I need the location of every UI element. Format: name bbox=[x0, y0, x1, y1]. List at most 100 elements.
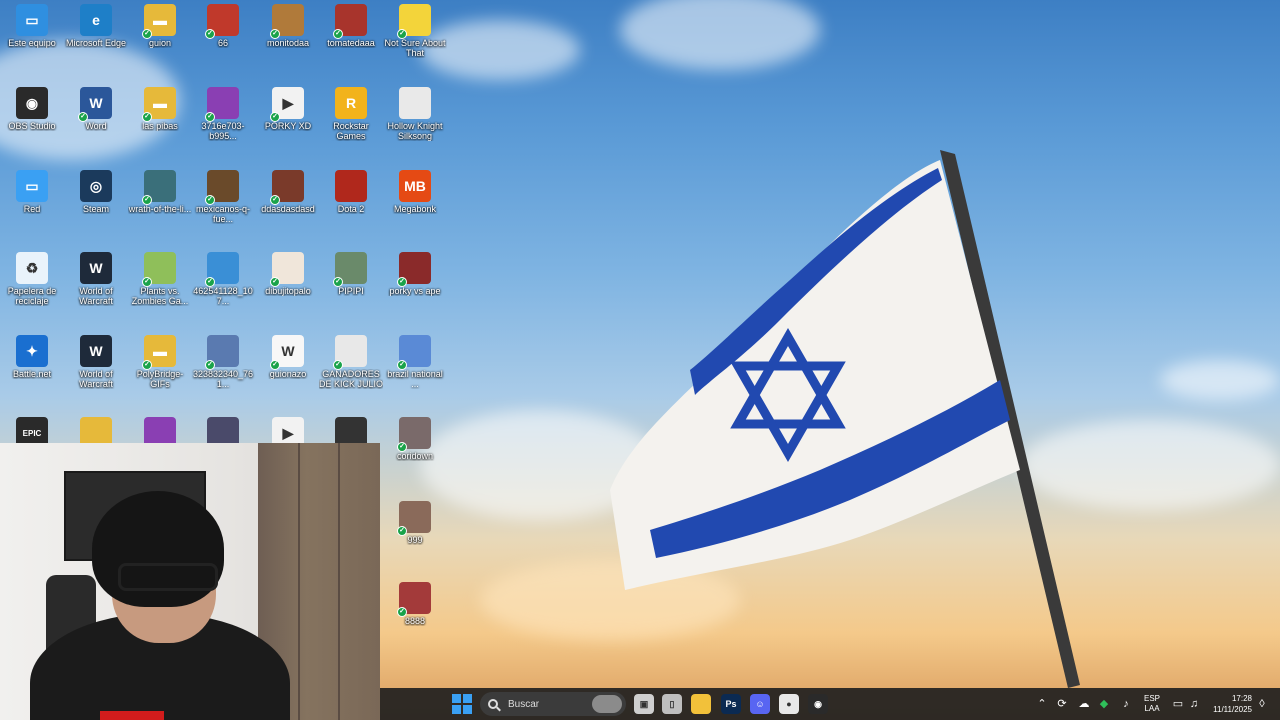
desktop-icon-monitodaa[interactable]: ✓ monitodaa bbox=[256, 0, 320, 48]
guionazo-icon: W ✓ bbox=[270, 335, 304, 370]
desktop-icon-label: Word bbox=[85, 121, 107, 131]
desktop-icon-f3238[interactable]: ✓ 323832340_761... bbox=[191, 331, 255, 389]
sync-icon[interactable]: ⟳ bbox=[1056, 698, 1068, 710]
taskbar-app-phone[interactable]: ▯ bbox=[662, 694, 682, 714]
taskbar-app-explorer[interactable] bbox=[691, 694, 711, 714]
desktop-icon-tomatedaaa[interactable]: ✓ tomatedaaa bbox=[319, 0, 383, 48]
desktop-icon-battlenet[interactable]: ✦ Battle.net bbox=[0, 331, 64, 379]
desktop-icon-polybridge[interactable]: ▬ ✓ PolyBridge-GIFs bbox=[128, 331, 192, 389]
desktop-icon-label: ddasdasdasd bbox=[261, 204, 315, 214]
clock-time: 17:28 bbox=[1231, 694, 1252, 703]
chevron-up-icon[interactable]: ⌃ bbox=[1036, 698, 1048, 710]
microphone-icon[interactable]: ♪ bbox=[1120, 698, 1132, 710]
sync-check-icon: ✓ bbox=[205, 112, 215, 122]
desktop-icon-steam[interactable]: ◎ Steam bbox=[64, 166, 128, 214]
sync-check-icon: ✓ bbox=[142, 29, 152, 39]
pipipi-icon: ✓ bbox=[333, 252, 367, 287]
desktop-icon-999[interactable]: ✓ 999 bbox=[383, 497, 447, 545]
desktop-icon-porky-vs[interactable]: ✓ porky vs ape bbox=[383, 248, 447, 296]
desktop-icon-label: Microsoft Edge bbox=[65, 38, 127, 48]
desktop-icon-not-sure[interactable]: ✓ Not Sure About That bbox=[383, 0, 447, 58]
desktop-icon-porky-xd[interactable]: ▶ ✓ PORKY XD bbox=[256, 83, 320, 131]
desktop-icon-label: Hollow Knight Silksong bbox=[387, 121, 443, 141]
desktop-icon-este-equipo[interactable]: ▭ Este equipo bbox=[0, 0, 64, 48]
sync-check-icon: ✓ bbox=[142, 195, 152, 205]
desktop-icon-brazil[interactable]: ✓ brazil national ... bbox=[383, 331, 447, 389]
brazil-icon: ✓ bbox=[397, 335, 431, 370]
desktop-icon-dota[interactable]: Dota 2 bbox=[319, 166, 383, 214]
desktop-icon-papelera[interactable]: ♻ Papelera de reciclaje bbox=[0, 248, 64, 306]
desktop-icon-pipipi[interactable]: ✓ PIPIPI bbox=[319, 248, 383, 296]
desktop-icon-pvz[interactable]: ✓ Plants vs. Zombies Ga... bbox=[128, 248, 192, 306]
taskbar-app-discord[interactable]: ☺ bbox=[750, 694, 770, 714]
desktop-icon-word[interactable]: W ✓ Word bbox=[64, 83, 128, 131]
desktop-icon-rockstar[interactable]: RRockstar Games Launcher bbox=[319, 83, 383, 141]
taskbar-app-task-view[interactable]: ▣ bbox=[634, 694, 654, 714]
desktop-icon-66[interactable]: ✓ 66 bbox=[191, 0, 255, 48]
desktop-icon-wow[interactable]: W World of Warcraft bbox=[64, 331, 128, 389]
clock-date: 11/11/2025 bbox=[1213, 705, 1252, 714]
sync-check-icon: ✓ bbox=[270, 277, 280, 287]
desktop-icon-coridown[interactable]: ✓ coridown bbox=[383, 413, 447, 461]
onedrive-icon[interactable]: ☁ bbox=[1078, 698, 1090, 710]
taskbar-app-photoshop[interactable]: Ps bbox=[721, 694, 741, 714]
israel-flag-image bbox=[590, 140, 1110, 700]
webcam-overlay bbox=[0, 443, 380, 720]
desktop-icon-dibujitopalo[interactable]: ✓ dibujitopalo bbox=[256, 248, 320, 296]
desktop-icon-label: 66 bbox=[217, 38, 228, 48]
volume-icon[interactable]: ♫ bbox=[1188, 698, 1200, 710]
sync-check-icon: ✓ bbox=[205, 360, 215, 370]
taskbar-app-chrome[interactable]: ● bbox=[779, 694, 799, 714]
desktop-icon-edge[interactable]: e Microsoft Edge bbox=[64, 0, 128, 48]
rockstar-icon: R bbox=[335, 87, 367, 119]
sync-check-icon: ✓ bbox=[397, 526, 407, 536]
clock[interactable]: 17:28 11/11/2025 bbox=[1206, 693, 1252, 715]
desktop-icon-mexicanos[interactable]: ✓ mexicanos-q-fue... bbox=[191, 166, 255, 224]
desktop-icon-ddasdasdasd[interactable]: ✓ ddasdasdasd bbox=[256, 166, 320, 214]
word-icon: W ✓ bbox=[78, 87, 112, 122]
obs-icon: ◉ bbox=[16, 87, 48, 119]
desktop-icon-hollow[interactable]: Hollow Knight Silksong bbox=[383, 83, 447, 141]
taskbar-search[interactable]: Buscar bbox=[480, 692, 626, 716]
desktop-icon-label: Este equipo bbox=[8, 38, 56, 48]
sync-check-icon: ✓ bbox=[397, 277, 407, 287]
desktop-icon-label: Dota 2 bbox=[337, 204, 365, 214]
network-icon[interactable]: ▭ bbox=[1172, 698, 1184, 710]
desktop-icon-label: PIPIPI bbox=[338, 286, 364, 296]
shield-icon[interactable]: ◆ bbox=[1098, 698, 1110, 710]
desktop-icon-las-pibas[interactable]: ▬ ✓ las pibas bbox=[128, 83, 192, 131]
language-indicator[interactable]: ESP LAA bbox=[1144, 694, 1160, 714]
desktop-icon-label: 8888 bbox=[404, 616, 426, 626]
desktop-icon-ganadores[interactable]: ✓ GANADORES DE KICK JULIO bbox=[319, 331, 383, 389]
sync-check-icon: ✓ bbox=[142, 112, 152, 122]
este-equipo-icon: ▭ bbox=[16, 4, 48, 36]
desktop-icon-megabonk[interactable]: MB Megabonk bbox=[383, 166, 447, 214]
desktop-icon-label: 323832340_761... bbox=[192, 369, 254, 389]
megabonk-icon: MB bbox=[399, 170, 431, 202]
sync-check-icon: ✓ bbox=[205, 195, 215, 205]
lang-code: ESP bbox=[1144, 694, 1161, 703]
desktop-icon-wrath[interactable]: ✓ wrath-of-the-li... bbox=[128, 166, 192, 214]
desktop-icon-f462[interactable]: ✓ 462541128_107... bbox=[191, 248, 255, 306]
desktop-icon-obs[interactable]: ◉ OBS Studio bbox=[0, 83, 64, 131]
sync-check-icon: ✓ bbox=[397, 442, 407, 452]
tomatedaaa-icon: ✓ bbox=[333, 4, 367, 39]
start-button[interactable] bbox=[452, 694, 472, 714]
desktop-icon-label: 999 bbox=[407, 535, 423, 545]
sync-check-icon: ✓ bbox=[78, 112, 88, 122]
notification-bell-icon[interactable]: ◊ bbox=[1256, 698, 1268, 710]
monitodaa-icon: ✓ bbox=[270, 4, 304, 39]
desktop-icon-red[interactable]: ▭ Red bbox=[0, 166, 64, 214]
desktop-icon-label: tomatedaaa bbox=[327, 38, 375, 48]
desktop-icon-guion[interactable]: ▬ ✓ guion bbox=[128, 0, 192, 48]
desktop-icon-label: 462541128_107... bbox=[193, 286, 253, 306]
ddasdasdasd-icon: ✓ bbox=[270, 170, 304, 205]
taskbar: Buscar ▣ ▯ Ps ☺ ● ◉ ⌃ ⟳ ☁ ◆ ♪ ESP LAA ▭ ♫ 17:… bbox=[380, 688, 1280, 720]
desktop-icon-guionazo[interactable]: W ✓ guionazo bbox=[256, 331, 320, 379]
desktop-icon-label: las pibas bbox=[142, 121, 178, 131]
desktop-icon-wow-classic[interactable]: WWorld of Warcraft Classic bbox=[64, 248, 128, 306]
sync-check-icon: ✓ bbox=[270, 360, 280, 370]
desktop-icon-8888[interactable]: ✓ 8888 bbox=[383, 578, 447, 626]
desktop-icon-f3716[interactable]: ✓ 3716e703-b995... bbox=[191, 83, 255, 141]
taskbar-app-obs-app[interactable]: ◉ bbox=[808, 694, 828, 714]
